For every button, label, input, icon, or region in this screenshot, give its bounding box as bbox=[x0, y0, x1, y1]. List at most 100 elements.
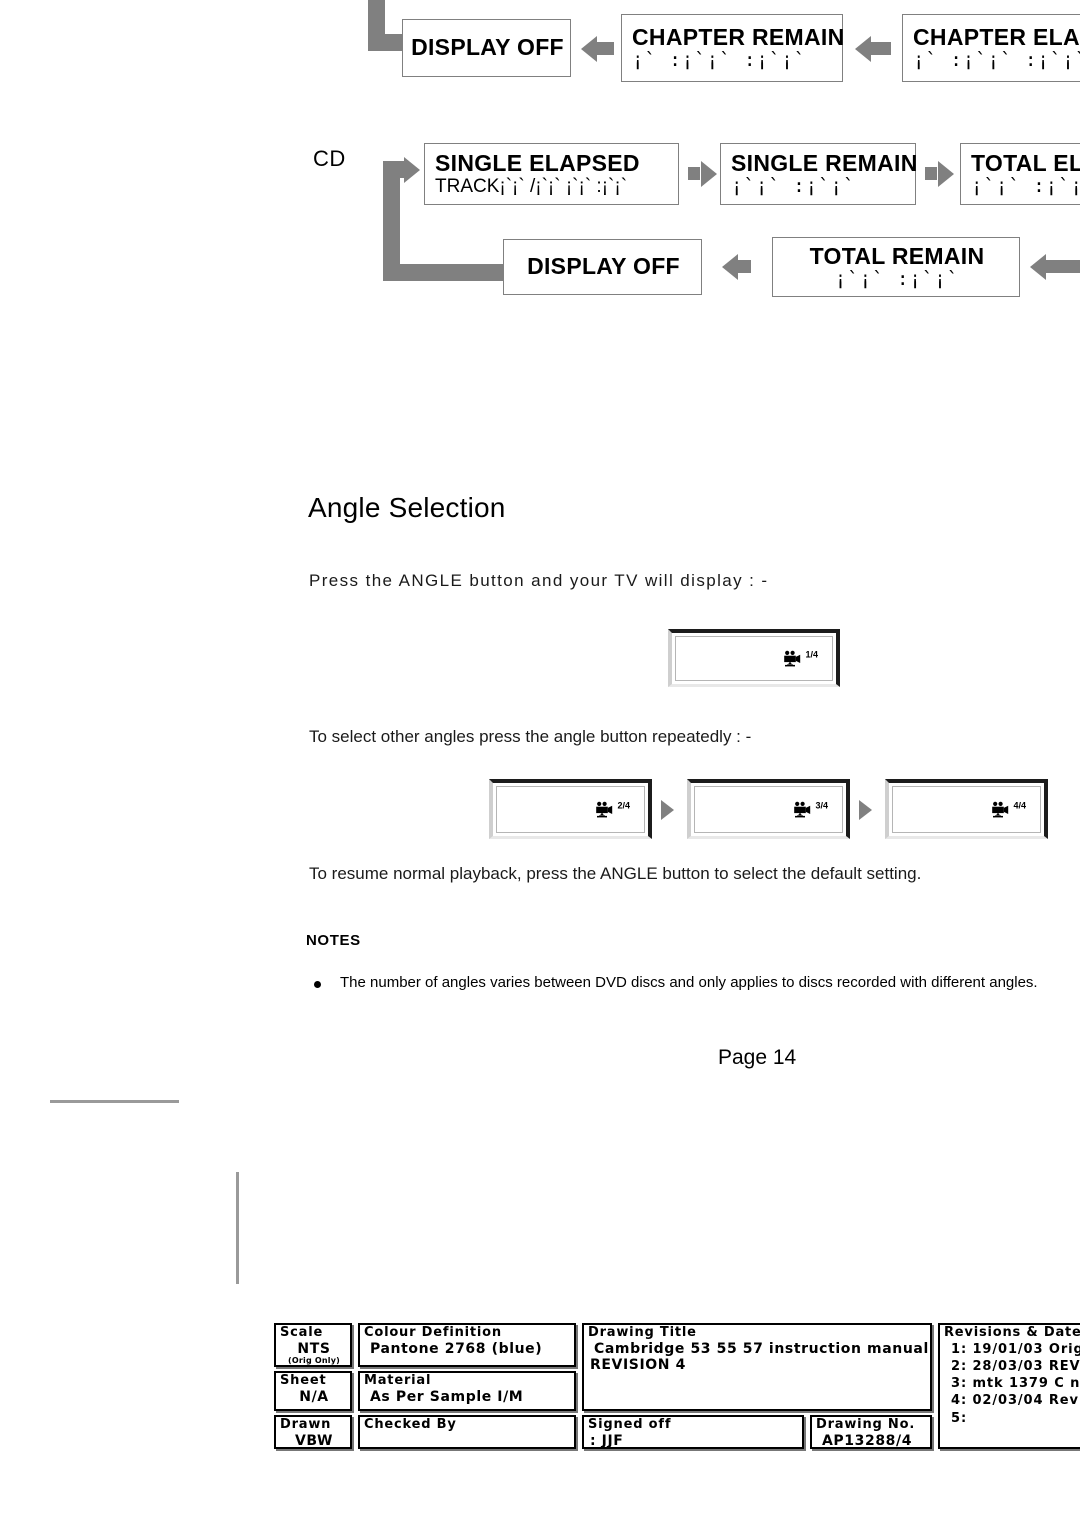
title-block-cell-revisions: Revisions & Dates 1: 19/01/03 Orig 2: 28… bbox=[938, 1323, 1080, 1449]
flow-arrow-right-4 bbox=[938, 161, 954, 187]
tv-screen-angle-2: 2/4 bbox=[489, 779, 652, 839]
tv-screen-inner: 3/4 bbox=[694, 786, 843, 833]
movie-camera-icon bbox=[596, 801, 613, 817]
repeat-instruction-text: To select other angles press the angle b… bbox=[309, 727, 752, 746]
tv-screen-angle-4: 4/4 bbox=[885, 779, 1048, 839]
title-block-label: Colour Definition bbox=[364, 1325, 502, 1340]
flow-box-single-elapsed: SINGLE ELAPSED TRACK¡`¡` /¡`¡` ¡`¡` :¡`¡… bbox=[424, 143, 679, 205]
flow-arrow-tail-5 bbox=[738, 260, 751, 273]
flow-box-total-remain: TOTAL REMAIN ¡`¡` :¡`¡` bbox=[772, 237, 1020, 297]
display-mode-flow-diagram: DISPLAY OFF CHAPTER REMAIN ¡` :¡`¡` :¡`¡… bbox=[0, 0, 1080, 320]
flow-arrow-tail-1 bbox=[597, 42, 614, 55]
flow-box-single-remain: SINGLE REMAIN ¡`¡` :¡`¡` bbox=[720, 143, 918, 205]
title-block-cell-checked-by: Checked By bbox=[358, 1415, 576, 1449]
flow-arrow-right-cd bbox=[404, 157, 420, 183]
flow-box-chapter-elapsed: CHAPTER ELAPSED ¡` :¡`¡` :¡`¡` bbox=[902, 14, 1080, 82]
angle-fraction-label: 3/4 bbox=[815, 800, 828, 810]
title-block-label: Drawing No. bbox=[816, 1417, 916, 1432]
flow-connector-cd-vertical bbox=[383, 161, 400, 281]
angle-indicator-1: 1/4 bbox=[782, 650, 818, 667]
title-block-value-line1: Cambridge 53 55 57 instruction manual bbox=[594, 1340, 929, 1357]
flow-box-track-digits: TRACK¡`¡` /¡`¡` ¡`¡` :¡`¡` bbox=[435, 176, 628, 198]
flow-arrow-left-2 bbox=[855, 36, 871, 62]
footer-divider-rule bbox=[50, 1100, 179, 1103]
flow-box-display-off-top: DISPLAY OFF bbox=[402, 19, 571, 77]
movie-camera-icon bbox=[794, 801, 811, 817]
revision-item: 3: mtk 1379 C n bbox=[951, 1376, 1080, 1392]
title-block-cell-drawing-no: Drawing No. AP13288/4 bbox=[810, 1415, 932, 1449]
flow-box-chapter-remain: CHAPTER REMAIN ¡` :¡`¡` :¡`¡` bbox=[621, 14, 845, 82]
side-divider-rule bbox=[236, 1172, 239, 1284]
flow-arrow-left-5 bbox=[722, 254, 738, 280]
flow-connector-top-horizontal bbox=[368, 34, 406, 51]
flow-arrow-right-3 bbox=[701, 161, 717, 187]
page-number: Page 14 bbox=[718, 1046, 797, 1069]
title-block-scale-note: (Orig Only) bbox=[288, 1356, 340, 1366]
title-block-label: Material bbox=[364, 1373, 432, 1388]
tv-screen-inner: 2/4 bbox=[496, 786, 645, 833]
revision-item: 2: 28/03/03 REV bbox=[951, 1359, 1080, 1375]
flow-arrow-tail-3 bbox=[688, 167, 700, 180]
tv-flow-arrow-1 bbox=[661, 800, 674, 820]
title-block-value: NTS bbox=[297, 1340, 331, 1357]
intro-instruction-text: Press the ANGLE button and your TV will … bbox=[309, 571, 769, 590]
title-block-value: As Per Sample I/M bbox=[370, 1388, 524, 1405]
title-block-label: Revisions & Dates bbox=[944, 1325, 1080, 1340]
angle-indicator-3: 3/4 bbox=[792, 801, 828, 818]
title-block-value: AP13288/4 bbox=[822, 1432, 913, 1449]
flow-box-title: TOTAL REMAIN bbox=[809, 242, 985, 269]
notes-heading: NOTES bbox=[306, 932, 361, 949]
title-block-value: Pantone 2768 (blue) bbox=[370, 1340, 543, 1357]
movie-camera-icon bbox=[784, 650, 801, 666]
title-block-label: Sheet bbox=[280, 1373, 327, 1388]
title-block-value-line2: REVISION 4 bbox=[590, 1357, 686, 1374]
flow-arrow-left-1 bbox=[581, 36, 597, 62]
title-block-value: VBW bbox=[295, 1432, 333, 1449]
movie-camera-icon bbox=[992, 801, 1009, 817]
drawing-title-block: Scale NTS (Orig Only) Colour Definition … bbox=[274, 1323, 1080, 1449]
revision-item: 5: bbox=[951, 1410, 968, 1426]
revision-item: 4: 02/03/04 Rev bbox=[951, 1393, 1079, 1409]
angle-indicator-2: 2/4 bbox=[594, 801, 630, 818]
flow-box-digits: ¡`¡` :¡`¡` bbox=[971, 175, 1080, 198]
angle-indicator-4: 4/4 bbox=[990, 801, 1026, 818]
flow-arrow-tail-4 bbox=[925, 167, 937, 180]
flow-connector-bottom-horizontal bbox=[383, 264, 503, 281]
flow-box-title: DISPLAY OFF bbox=[527, 253, 680, 280]
note-bullet-icon bbox=[314, 981, 321, 988]
flow-box-title: DISPLAY OFF bbox=[411, 34, 564, 61]
angle-fraction-label: 2/4 bbox=[617, 800, 630, 810]
angle-fraction-label: 1/4 bbox=[805, 649, 818, 659]
title-block-label: Scale bbox=[280, 1325, 324, 1340]
flow-box-digits: ¡`¡` :¡`¡` bbox=[731, 175, 856, 198]
flow-box-title: SINGLE ELAPSED bbox=[435, 149, 640, 176]
flow-box-title: TOTAL ELAPSED bbox=[971, 149, 1080, 176]
flow-box-display-off-bottom: DISPLAY OFF bbox=[503, 239, 702, 295]
tv-screen-angle-1: 1/4 bbox=[668, 629, 840, 687]
tv-flow-arrow-2 bbox=[859, 800, 872, 820]
title-block-cell-scale: Scale NTS (Orig Only) bbox=[274, 1323, 352, 1367]
title-block-cell-signed-off: Signed off : JJF bbox=[582, 1415, 804, 1449]
flow-arrow-left-6 bbox=[1030, 254, 1046, 280]
title-block-value: : JJF bbox=[590, 1432, 624, 1449]
flow-arrow-tail-6 bbox=[1046, 260, 1080, 273]
title-block-cell-colour-definition: Colour Definition Pantone 2768 (blue) bbox=[358, 1323, 576, 1367]
flow-box-digits: ¡` :¡`¡` :¡`¡` bbox=[632, 49, 807, 72]
resume-instruction-text: To resume normal playback, press the ANG… bbox=[309, 864, 922, 883]
flow-source-label-cd: CD bbox=[313, 146, 346, 171]
tv-screen-inner: 4/4 bbox=[892, 786, 1041, 833]
flow-box-title: CHAPTER ELAPSED bbox=[913, 23, 1080, 50]
title-block-cell-drawing-title: Drawing Title Cambridge 53 55 57 instruc… bbox=[582, 1323, 932, 1411]
title-block-cell-drawn: Drawn VBW bbox=[274, 1415, 352, 1449]
flow-box-digits: ¡`¡` :¡`¡` bbox=[834, 268, 960, 291]
angle-fraction-label: 4/4 bbox=[1013, 800, 1026, 810]
title-block-value: N/A bbox=[299, 1388, 329, 1405]
revision-item: 1: 19/01/03 Orig bbox=[951, 1341, 1080, 1357]
flow-box-title: SINGLE REMAIN bbox=[731, 149, 918, 176]
note-item-text: The number of angles varies between DVD … bbox=[340, 974, 1038, 991]
flow-box-digits: ¡` :¡`¡` :¡`¡` bbox=[913, 49, 1080, 72]
title-block-label: Checked By bbox=[364, 1417, 457, 1432]
flow-box-total-elapsed: TOTAL ELAPSED ¡`¡` :¡`¡` bbox=[960, 143, 1080, 205]
tv-screen-inner: 1/4 bbox=[675, 636, 833, 681]
flow-box-title: CHAPTER REMAIN bbox=[632, 23, 845, 50]
